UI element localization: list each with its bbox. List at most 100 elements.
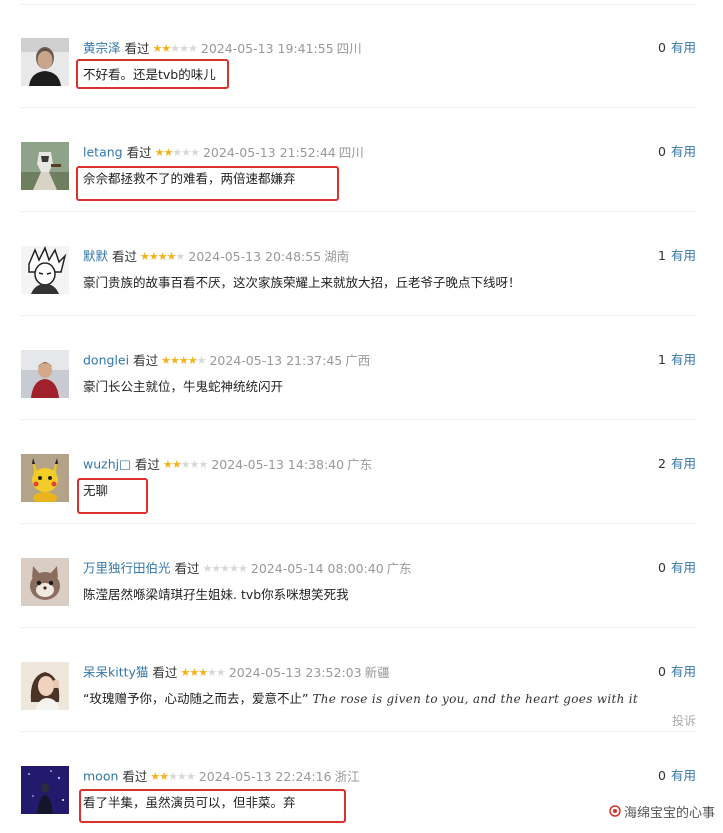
vote-area: 1 有用 — [658, 351, 696, 369]
comment-region: 广西 — [345, 352, 371, 368]
star-empty-icon: ★ — [229, 561, 239, 575]
star-empty-icon: ★ — [172, 145, 182, 159]
star-empty-icon: ★ — [211, 561, 221, 575]
vote-area: 0 有用 — [658, 767, 696, 785]
avatar[interactable] — [21, 454, 69, 502]
star-filled-icon: ★ — [159, 769, 169, 783]
avatar-portrait-icon — [21, 38, 69, 86]
star-empty-icon: ★ — [180, 457, 191, 471]
comment-meta: letang 看过 ★★★★★ 2024-05-13 21:52:44 四川 — [83, 143, 364, 161]
vote-area: 2 有用 — [658, 455, 696, 473]
watermark-text: 海绵宝宝的心事 — [623, 805, 715, 821]
star-filled-icon: ★ — [180, 665, 190, 679]
action-label: 看过 — [152, 664, 178, 680]
star-empty-icon: ★ — [196, 353, 207, 367]
report-link[interactable]: 投诉 — [672, 712, 696, 729]
username-link[interactable]: 默默 — [83, 249, 108, 264]
comment-item: 万里独行田伯光 看过 ★★★★★ 2024-05-14 08:00:40 广东 0 有用 … — [21, 524, 696, 628]
avatar[interactable] — [21, 558, 69, 606]
comment-item: wuzhj□ 看过 ★★★★★ 2024-05-13 14:38:40 广东 2 有用 无… — [21, 420, 696, 524]
star-filled-icon: ★ — [162, 457, 173, 471]
avatar-night-figure-icon — [21, 766, 69, 814]
star-empty-icon: ★ — [179, 41, 189, 55]
comment-time[interactable]: 2024-05-13 21:52:44 — [203, 145, 336, 160]
rating-stars: ★★★★★ — [180, 664, 225, 682]
star-empty-icon: ★ — [170, 41, 180, 55]
useful-button[interactable]: 有用 — [671, 664, 696, 679]
vote-count: 0 — [658, 40, 666, 55]
star-filled-icon: ★ — [161, 41, 171, 55]
star-empty-icon: ★ — [198, 457, 208, 471]
comment-item: 黄宗泽 看过 ★★★★★ 2024-05-13 19:41:55 四川 0 有用 不好看。… — [21, 4, 696, 108]
star-empty-icon: ★ — [220, 561, 230, 575]
vote-area: 0 有用 — [658, 559, 696, 577]
star-filled-icon: ★ — [161, 353, 171, 367]
useful-button[interactable]: 有用 — [671, 560, 696, 575]
vote-count: 2 — [658, 456, 666, 471]
avatar[interactable] — [21, 246, 69, 294]
avatar-portrait-icon — [21, 350, 69, 398]
star-filled-icon: ★ — [178, 353, 189, 367]
username-link[interactable]: 黄宗泽 — [83, 41, 121, 56]
avatar-anime-icon — [21, 246, 69, 294]
comment-time[interactable]: 2024-05-13 20:48:55 — [188, 249, 321, 264]
comment-text-zh: “玫瑰赠予你，心动随之而去，爱意不止” — [83, 691, 309, 706]
username-link[interactable]: 万里独行田伯光 — [83, 561, 171, 576]
action-label: 看过 — [133, 352, 159, 368]
comment-time[interactable]: 2024-05-13 14:38:40 — [211, 457, 344, 472]
useful-button[interactable]: 有用 — [671, 352, 696, 367]
comment-text: 豪门长公主就位，牛鬼蛇神统统闪开 — [83, 379, 284, 394]
rating-stars: ★★★★★ — [153, 40, 198, 58]
star-empty-icon: ★ — [207, 665, 217, 679]
avatar-pikachu-icon — [21, 454, 69, 502]
username-link[interactable]: 呆呆kitty猫 — [83, 665, 148, 680]
comment-text: 豪门贵族的故事百看不厌，这次家族荣耀上来就放大招，丘老爷子晚点下线呀！ — [83, 275, 521, 290]
star-empty-icon: ★ — [168, 769, 178, 783]
comment-time[interactable]: 2024-05-13 23:52:03 — [229, 665, 362, 680]
vote-area: 0 有用 — [658, 663, 696, 681]
comment-time[interactable]: 2024-05-14 08:00:40 — [251, 561, 384, 576]
avatar[interactable] — [21, 350, 69, 398]
comment-item: 默默 看过 ★★★★★ 2024-05-13 20:48:55 湖南 1 有用 豪门贵族的… — [21, 212, 696, 316]
comment-meta: 默默 看过 ★★★★★ 2024-05-13 20:48:55 湖南 — [83, 247, 349, 265]
star-empty-icon: ★ — [188, 41, 198, 55]
rating-stars: ★★★★★ — [203, 560, 248, 578]
comment-time[interactable]: 2024-05-13 21:37:45 — [209, 353, 342, 368]
comment-item: donglei 看过 ★★★★★ 2024-05-13 21:37:45 广西 1 有用 … — [21, 316, 696, 420]
avatar[interactable] — [21, 662, 69, 710]
avatar-cat-toy-icon — [21, 558, 69, 606]
username-link[interactable]: donglei — [83, 353, 129, 368]
vote-area: 1 有用 — [658, 247, 696, 265]
avatar[interactable] — [21, 142, 69, 190]
comment-meta: 万里独行田伯光 看过 ★★★★★ 2024-05-14 08:00:40 广东 — [83, 559, 412, 577]
comment-item: 呆呆kitty猫 看过 ★★★★★ 2024-05-13 23:52:03 新疆 0 有用… — [21, 628, 696, 732]
avatar-portrait-icon — [21, 662, 69, 710]
comment-region: 四川 — [338, 144, 364, 160]
useful-button[interactable]: 有用 — [671, 144, 696, 159]
star-filled-icon: ★ — [169, 353, 180, 367]
vote-area: 0 有用 — [658, 39, 696, 57]
star-filled-icon: ★ — [198, 665, 208, 679]
useful-button[interactable]: 有用 — [671, 768, 696, 783]
star-filled-icon: ★ — [157, 249, 168, 263]
watermark: 海绵宝宝的心事 — [609, 802, 715, 822]
rating-stars: ★★★★★ — [162, 456, 208, 474]
useful-button[interactable]: 有用 — [671, 248, 696, 263]
useful-button[interactable]: 有用 — [671, 40, 696, 55]
star-empty-icon: ★ — [190, 145, 200, 159]
action-label: 看过 — [112, 248, 138, 264]
username-link[interactable]: letang — [83, 145, 123, 160]
vote-count: 1 — [658, 248, 666, 263]
star-filled-icon: ★ — [187, 353, 198, 367]
vote-count: 0 — [658, 144, 666, 159]
username-link[interactable]: moon — [83, 769, 118, 784]
star-empty-icon: ★ — [175, 249, 186, 263]
avatar[interactable] — [21, 38, 69, 86]
action-label: 看过 — [134, 456, 160, 472]
comment-time[interactable]: 2024-05-13 22:24:16 — [199, 769, 332, 784]
avatar[interactable] — [21, 766, 69, 814]
useful-button[interactable]: 有用 — [671, 456, 696, 471]
comment-time[interactable]: 2024-05-13 19:41:55 — [201, 41, 334, 56]
username-link[interactable]: wuzhj□ — [83, 457, 131, 472]
star-filled-icon: ★ — [148, 249, 159, 263]
